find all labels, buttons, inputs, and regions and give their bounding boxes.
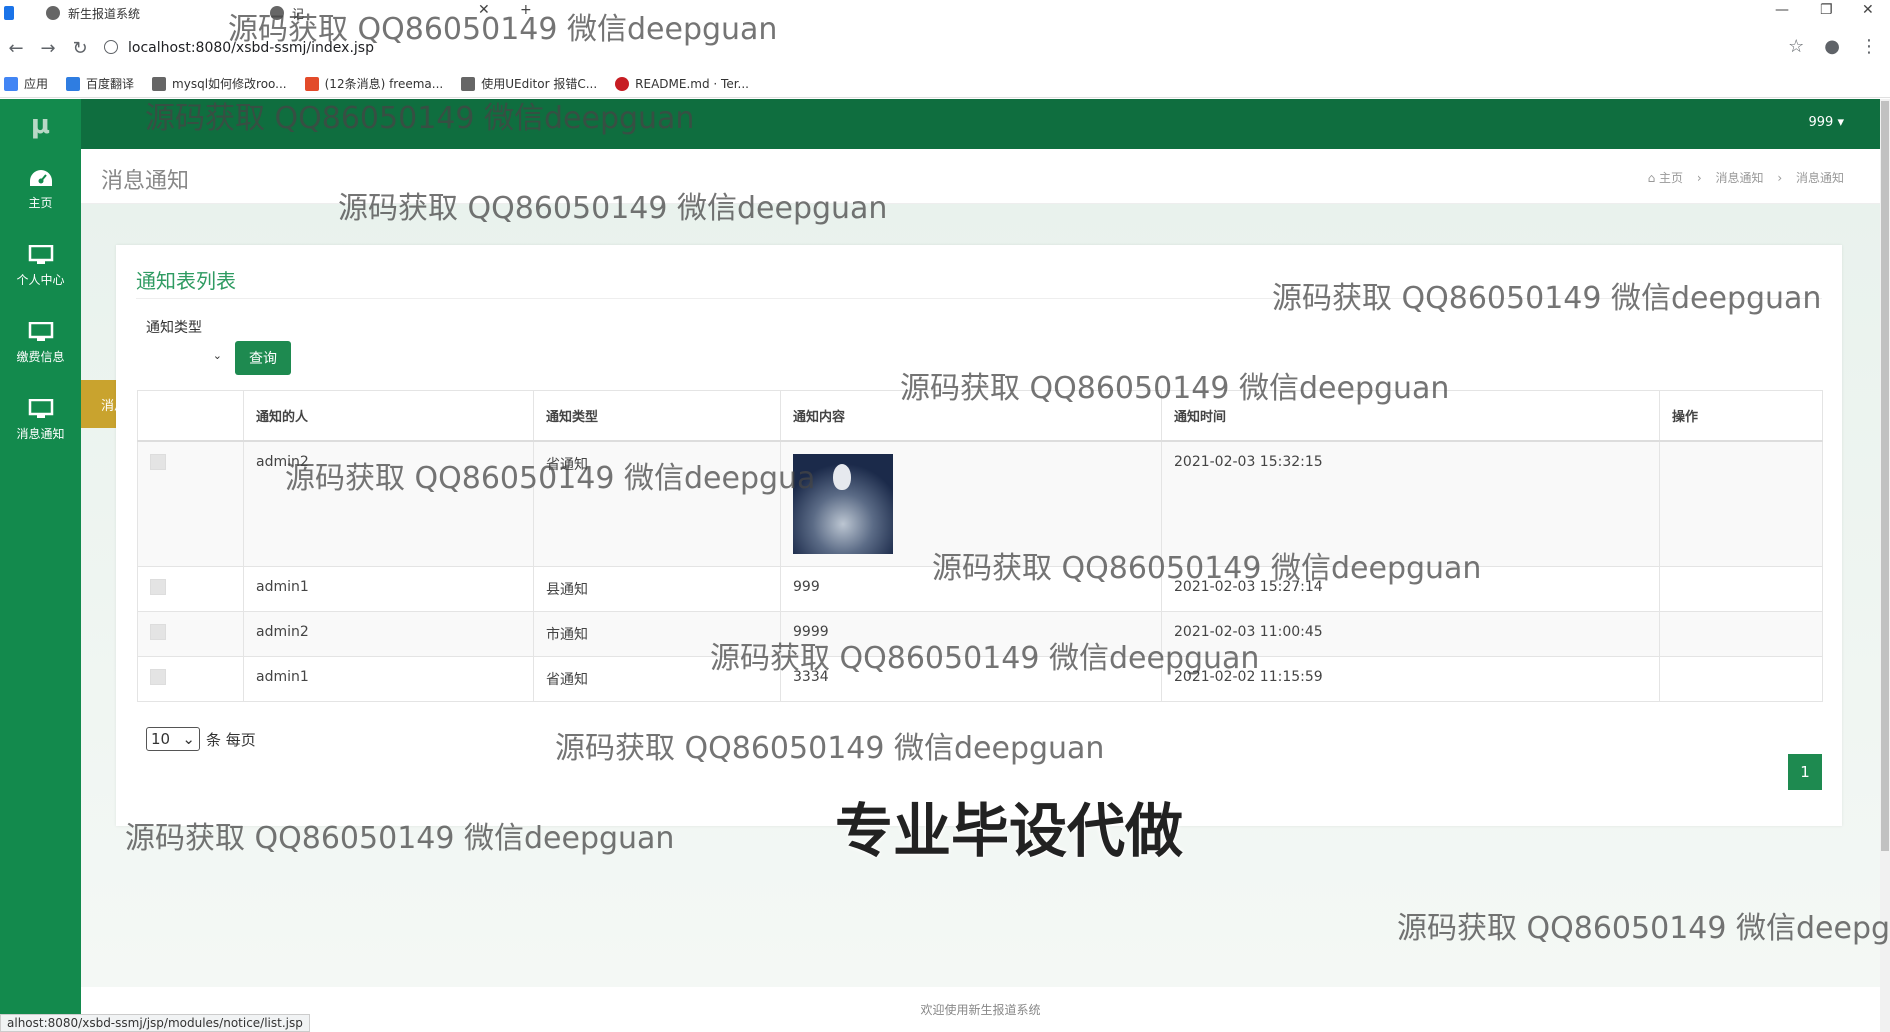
page-icon: [46, 6, 60, 20]
watermark: 源码获取 QQ86050149 微信deepguan: [932, 551, 1482, 586]
cell-person: admin2: [243, 610, 534, 657]
status-bar-url: alhost:8080/xsbd-ssmj/jsp/modules/notice…: [0, 1014, 310, 1032]
cell-type: 县通知: [533, 565, 781, 612]
chevron-right-icon: ›: [1696, 171, 1702, 185]
caret-down-icon: ▾: [1837, 115, 1844, 130]
sidebar-item-payment[interactable]: 缴费信息: [0, 305, 81, 382]
watermark: 源码获取 QQ86050149 微信deepgua: [285, 461, 816, 496]
restore-icon[interactable]: ❐: [1820, 2, 1833, 18]
watermark: 源码获取 QQ86050149 微信deepguan: [338, 191, 888, 226]
column-header-select: [137, 390, 244, 442]
breadcrumb-item[interactable]: 消息通知: [1716, 171, 1764, 185]
watermark: 源码获取 QQ86050149 微信deepguan: [145, 101, 695, 136]
row-select-cell: [137, 440, 244, 567]
bookmark-baidu-translate[interactable]: 百度翻译: [66, 75, 134, 92]
cell-actions: [1659, 655, 1823, 702]
chevron-down-icon: ⌄: [212, 349, 222, 362]
query-button[interactable]: 查询: [235, 341, 291, 375]
pagination-page-1[interactable]: 1: [1788, 754, 1822, 790]
apps-icon: [4, 76, 18, 91]
back-icon[interactable]: ←: [0, 38, 32, 59]
sidebar-item-notice[interactable]: 消息通知: [0, 382, 81, 459]
tab-title: 新生报道系统: [68, 6, 141, 21]
home-icon: ⌂: [1647, 171, 1656, 185]
watermark: 源码获取 QQ86050149 微信deepguan: [1272, 281, 1822, 316]
row-checkbox[interactable]: [150, 453, 166, 470]
cell-actions: [1659, 565, 1823, 612]
row-checkbox[interactable]: [150, 578, 166, 595]
chevron-right-icon: ›: [1777, 171, 1783, 185]
watermark: 源码获取 QQ86050149 微信deepguan: [710, 641, 1260, 676]
sidebar-item-home[interactable]: 主页: [0, 151, 81, 228]
row-select-cell: [137, 655, 244, 702]
bookmark-ueditor[interactable]: 使用UEditor 报错C...: [461, 75, 597, 92]
promo-banner: 专业毕设代做: [835, 797, 1184, 865]
globe-icon: [4, 6, 14, 20]
monitor-icon: [28, 399, 53, 418]
dashboard-icon: [29, 170, 52, 186]
bookmark-icon: [461, 76, 476, 91]
cell-person: admin1: [243, 565, 534, 612]
logo: μ: [30, 110, 51, 140]
breadcrumb: ⌂ 主页 › 消息通知 › 消息通知: [1648, 169, 1844, 186]
breadcrumb-home[interactable]: 主页: [1659, 171, 1683, 185]
profile-icon[interactable]: ●: [1824, 36, 1840, 57]
bookmark-csdn[interactable]: (12条消息) freema...: [304, 75, 443, 92]
gitee-icon: [615, 76, 630, 91]
info-icon[interactable]: [104, 40, 118, 54]
scrollbar-thumb[interactable]: [1881, 101, 1889, 851]
row-select-cell: [137, 610, 244, 657]
cell-actions: [1659, 440, 1823, 567]
watermark: 源码获取 QQ86050149 微信deepguan: [125, 821, 675, 856]
watermark: 源码获取 QQ86050149 微信deepgu: [1397, 911, 1890, 946]
bookmark-star-icon[interactable]: ☆: [1788, 36, 1804, 57]
bookmark-icon: [152, 76, 167, 91]
footer: 欢迎使用新生报道系统: [81, 987, 1880, 1032]
monitor-icon: [28, 322, 53, 341]
reload-icon[interactable]: ↻: [64, 38, 96, 59]
sidebar: μ 主页 个人中心 缴费信息 消息通知: [0, 99, 81, 1032]
row-select-cell: [137, 565, 244, 612]
panel-title: 通知表列表: [136, 269, 236, 293]
cell-actions: [1659, 610, 1823, 657]
page-title: 消息通知: [101, 169, 190, 194]
notice-type-select[interactable]: ⌄: [146, 341, 226, 373]
bookmark-mysql[interactable]: mysql如何修改roo...: [152, 75, 287, 92]
minimize-icon[interactable]: —: [1775, 2, 1789, 18]
forward-icon[interactable]: →: [32, 38, 64, 59]
page-size-control: 10 ⌄ 条 每页: [146, 727, 256, 751]
bookmark-apps[interactable]: 应用: [4, 75, 48, 92]
row-checkbox[interactable]: [150, 668, 166, 685]
column-header-actions: 操作: [1659, 390, 1823, 442]
watermark: 源码获取 QQ86050149 微信deepguan: [900, 371, 1450, 406]
cell-person: admin1: [243, 655, 534, 702]
page-scrollbar[interactable]: [1880, 99, 1890, 1032]
column-header-type[interactable]: 通知类型: [533, 390, 781, 442]
monitor-icon: [28, 245, 53, 264]
watermark: 源码获取 QQ86050149 微信deepguan: [228, 12, 778, 47]
user-menu[interactable]: 999 ▾: [1809, 115, 1845, 130]
bookmark-readme[interactable]: README.md · Ter...: [615, 76, 749, 91]
page-size-select[interactable]: 10 ⌄: [146, 727, 200, 751]
row-checkbox[interactable]: [150, 623, 166, 640]
browser-tab[interactable]: 新生报道系统: [4, 0, 140, 26]
csdn-icon: [304, 76, 319, 91]
menu-kebab-icon[interactable]: ⋮: [1860, 36, 1878, 57]
watermark: 源码获取 QQ86050149 微信deepguan: [555, 731, 1105, 766]
chevron-down-icon: ⌄: [182, 730, 195, 748]
filter-type-label: 通知类型: [146, 320, 202, 336]
sidebar-item-personal-center[interactable]: 个人中心: [0, 228, 81, 305]
breadcrumb-current: 消息通知: [1795, 171, 1844, 185]
column-header-person[interactable]: 通知的人: [243, 390, 534, 442]
translate-icon: [66, 76, 81, 91]
close-window-icon[interactable]: ✕: [1862, 2, 1874, 18]
page-size-suffix: 条 每页: [206, 730, 256, 749]
